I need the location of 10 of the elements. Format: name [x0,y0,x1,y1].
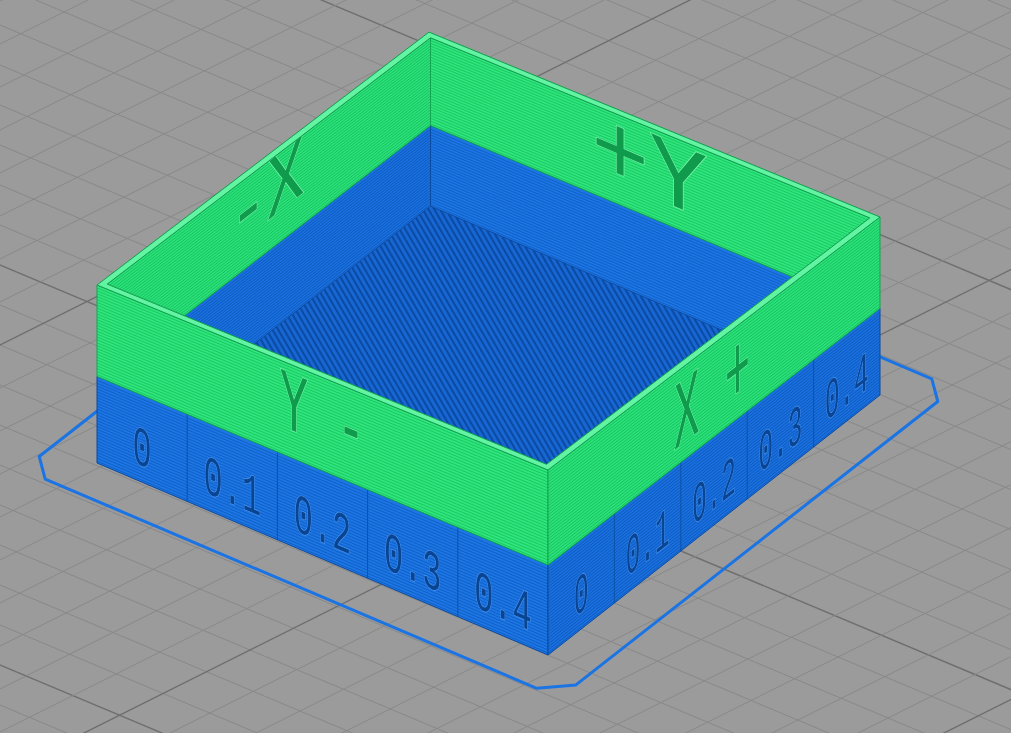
engraved-label: +Y [591,90,708,249]
engraved-label: 0.3 [383,521,442,610]
engraved-label: -X [229,118,305,277]
engraved-label: 0.1 [203,444,262,534]
engraved-label: 0 [132,414,152,487]
engraved-label: 0.4 [474,559,532,648]
engraved-label: 0.4 [824,340,869,440]
engraved-label: 0.1 [625,496,670,595]
engraved-label: 0 [573,559,589,636]
engraved-label: 0.3 [758,392,803,491]
